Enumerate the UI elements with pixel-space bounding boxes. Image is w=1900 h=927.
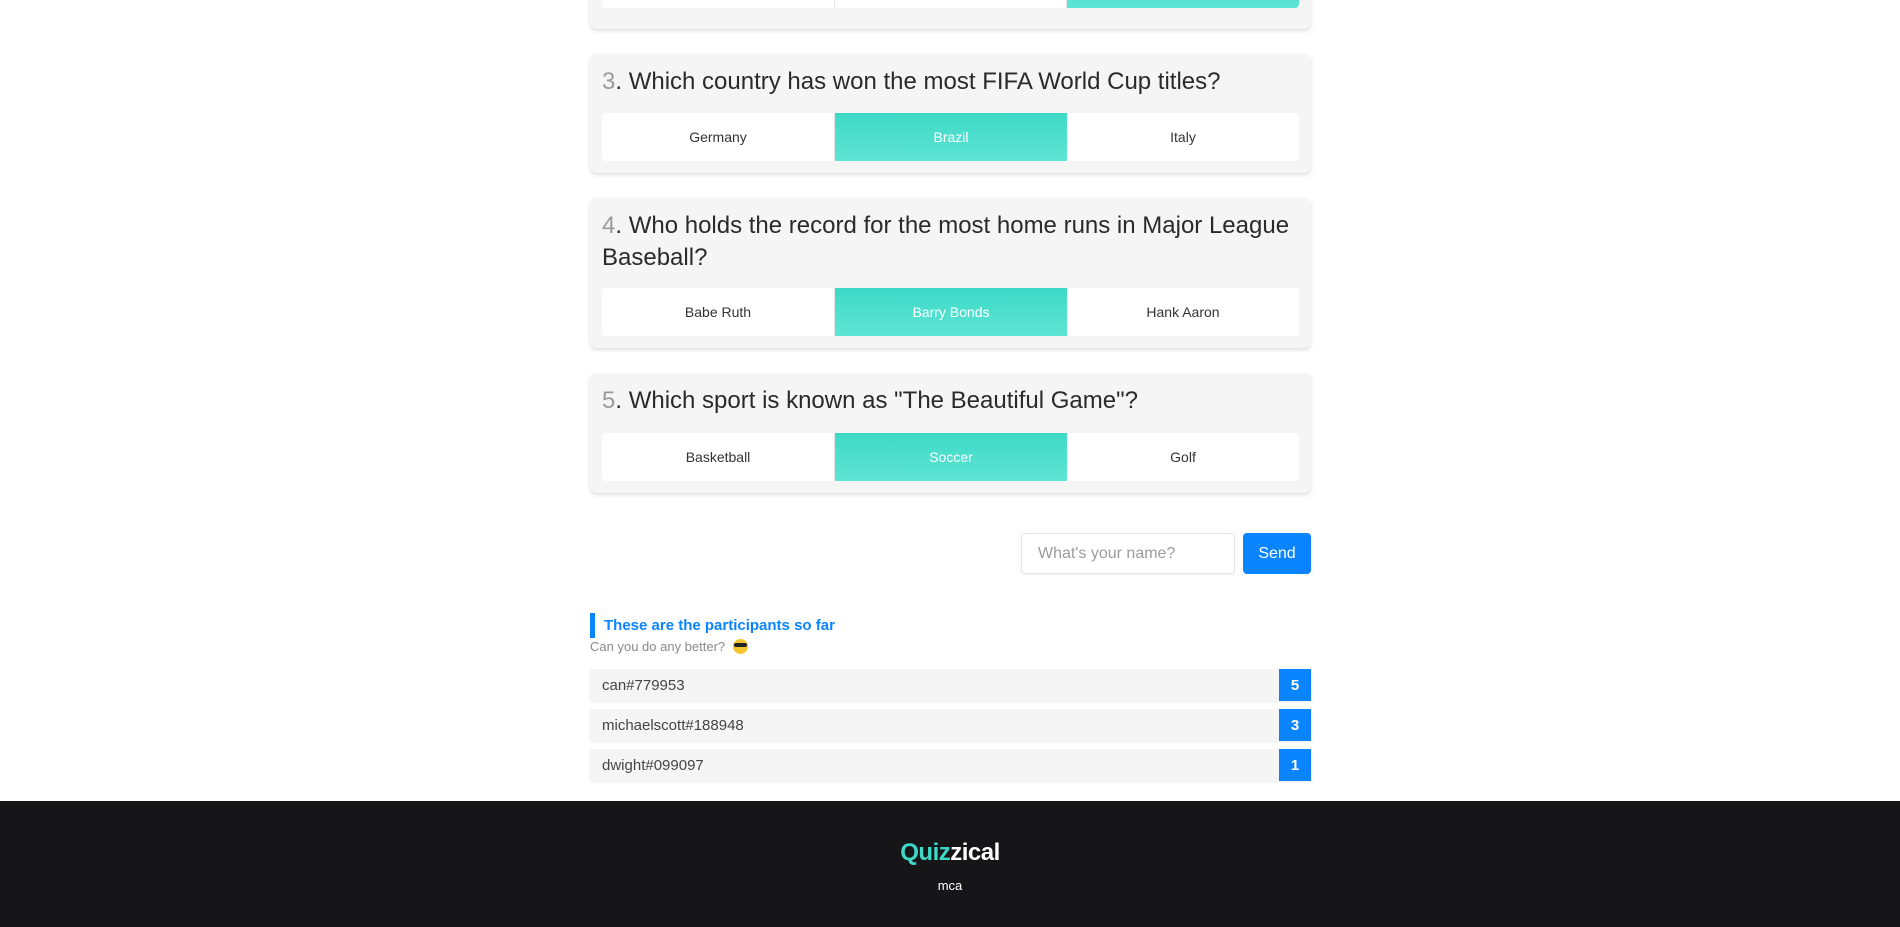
logo-part-2: zical — [950, 839, 1000, 866]
question-card-3: 3. Which country has won the most FIFA W… — [590, 54, 1311, 173]
name-form: Send — [1021, 533, 1311, 574]
participant-name: michaelscott#188948 — [602, 716, 744, 734]
question-label: Which sport is known as "The Beautiful G… — [628, 387, 1138, 414]
leaderboard-row: can#779953 5 — [590, 669, 1311, 701]
answer-option[interactable]: Babe Ruth — [602, 288, 835, 336]
answer-option-selected[interactable]: Brazil — [835, 113, 1067, 161]
question-text: 4. Who holds the record for the most hom… — [602, 212, 1290, 271]
quizzical-logo[interactable]: Quizzical — [0, 839, 1900, 867]
question-number: 5 — [602, 387, 616, 414]
footer-subtitle: mca — [937, 878, 963, 893]
smiling-face-with-sunglasses-icon — [732, 639, 748, 654]
answer-option-selected[interactable]: Soccer — [835, 433, 1067, 481]
participant-name: can#779953 — [602, 676, 685, 694]
question-number: 4 — [602, 212, 616, 239]
send-button[interactable]: Send — [1243, 533, 1311, 574]
answer-option[interactable]: Basketball — [602, 433, 835, 481]
question-text: 5. Which sport is known as "The Beautifu… — [602, 387, 1138, 414]
question-card-2 — [590, 0, 1311, 29]
question-label: Who holds the record for the most home r… — [602, 212, 1290, 271]
answer-options: Babe Ruth Barry Bonds Hank Aaron — [602, 288, 1299, 336]
question-number: 3 — [602, 68, 616, 95]
leaderboard-row: dwight#099097 1 — [590, 749, 1311, 781]
answer-options: Germany Brazil Italy — [602, 113, 1299, 161]
question-card-5: 5. Which sport is known as "The Beautifu… — [590, 373, 1311, 493]
answer-option-selected[interactable] — [1067, 0, 1299, 8]
answer-option[interactable] — [602, 0, 835, 8]
question-label: Which country has won the most FIFA Worl… — [628, 68, 1221, 95]
participant-score: 3 — [1279, 709, 1311, 741]
leaderboard-row: michaelscott#188948 3 — [590, 709, 1311, 741]
participants-subtitle: Can you do any better? — [590, 638, 748, 656]
answer-option[interactable]: Italy — [1067, 113, 1299, 161]
answer-options: Basketball Soccer Golf — [602, 433, 1299, 481]
question-text: 3. Which country has won the most FIFA W… — [602, 68, 1221, 95]
name-input[interactable] — [1021, 533, 1235, 574]
logo-part-1: Quiz — [900, 839, 951, 866]
participant-score: 1 — [1279, 749, 1311, 781]
question-card-4: 4. Who holds the record for the most hom… — [590, 198, 1311, 348]
participant-score: 5 — [1279, 669, 1311, 701]
participants-subtitle-text: Can you do any better? — [590, 639, 726, 654]
answer-options — [602, 0, 1299, 8]
answer-option[interactable]: Golf — [1067, 433, 1299, 481]
footer: Quizzical mca — [0, 801, 1900, 927]
leaderboard: can#779953 5 michaelscott#188948 3 dwigh… — [590, 669, 1311, 789]
answer-option[interactable]: Germany — [602, 113, 835, 161]
answer-option-selected[interactable]: Barry Bonds — [835, 288, 1067, 336]
participant-name: dwight#099097 — [602, 756, 704, 774]
participants-title: These are the participants so far — [590, 613, 835, 638]
answer-option[interactable] — [834, 0, 1068, 8]
answer-option[interactable]: Hank Aaron — [1067, 288, 1299, 336]
